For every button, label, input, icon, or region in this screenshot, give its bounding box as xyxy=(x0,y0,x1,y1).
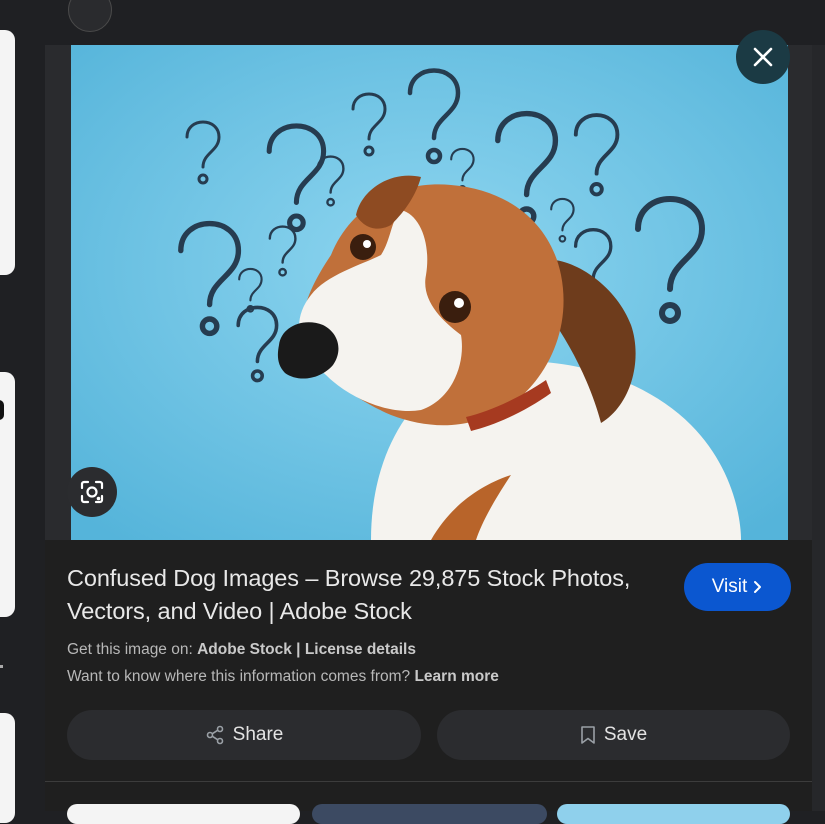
google-lens-button[interactable] xyxy=(67,467,117,517)
info-source-line: Want to know where this information come… xyxy=(67,668,499,686)
separator: | xyxy=(296,641,301,658)
background-thumbnail-fragment xyxy=(0,400,4,420)
license-details-link[interactable]: License details xyxy=(305,641,416,658)
image-side-padding xyxy=(788,45,812,540)
share-button[interactable]: Share xyxy=(67,710,421,760)
info-question: Want to know where this information come… xyxy=(67,668,411,685)
visit-button[interactable]: Visit xyxy=(684,563,791,611)
image-source-line: Get this image on: Adobe Stock | License… xyxy=(67,641,416,659)
google-lens-icon xyxy=(80,480,104,504)
visit-label: Visit xyxy=(711,576,748,597)
share-icon xyxy=(206,725,223,745)
close-icon xyxy=(753,47,773,67)
bookmark-icon xyxy=(581,726,595,744)
related-search-chip[interactable] xyxy=(312,804,547,824)
share-label: Share xyxy=(232,724,284,745)
source-link[interactable]: Adobe Stock xyxy=(197,641,292,658)
close-button[interactable] xyxy=(736,30,790,84)
related-search-chip[interactable] xyxy=(67,804,300,824)
background-avatar xyxy=(68,0,112,32)
image-side-padding xyxy=(45,45,71,540)
learn-more-link[interactable]: Learn more xyxy=(414,668,498,685)
background-dot xyxy=(0,665,3,668)
section-divider xyxy=(45,781,812,782)
background-result-card[interactable] xyxy=(0,30,15,275)
save-button[interactable]: Save xyxy=(437,710,790,760)
related-search-chip[interactable] xyxy=(557,804,790,824)
image-title[interactable]: Confused Dog Images – Browse 29,875 Stoc… xyxy=(67,562,667,628)
preview-image[interactable] xyxy=(71,45,788,540)
panel-scroll-edge xyxy=(812,45,825,811)
chevron-right-icon xyxy=(754,581,762,593)
background-result-card[interactable] xyxy=(0,713,15,823)
source-prefix: Get this image on: xyxy=(67,641,193,658)
confused-dog-photo xyxy=(71,45,788,540)
save-label: Save xyxy=(603,724,648,745)
